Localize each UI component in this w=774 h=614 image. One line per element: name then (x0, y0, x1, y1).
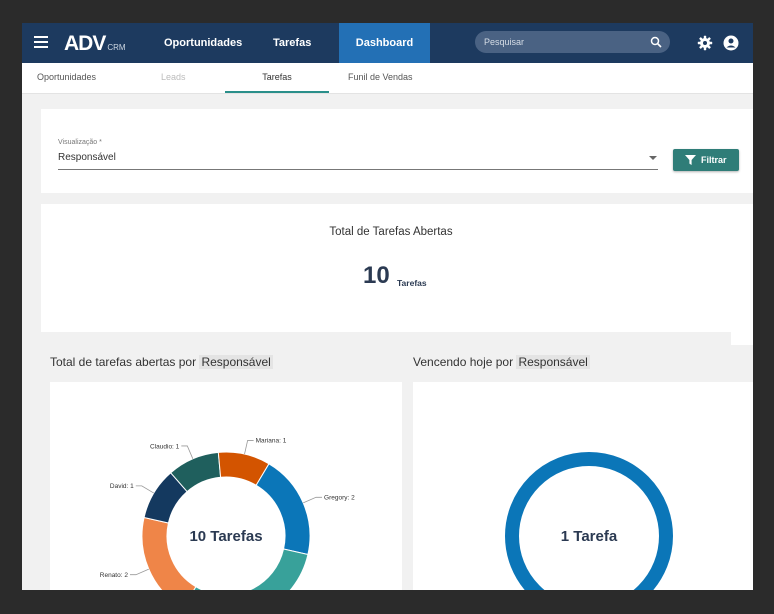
chart-card-due-today: David: 11 Tarefa (413, 382, 753, 590)
donut-chart-due-today: David: 11 Tarefa (505, 452, 673, 590)
menu-icon[interactable] (34, 36, 48, 48)
section-title-prefix: Total de tarefas abertas por (50, 355, 197, 369)
visualization-select[interactable]: Responsável (58, 152, 116, 163)
card-edge (731, 319, 753, 345)
filter-button[interactable]: Filtrar (673, 149, 739, 171)
logo-subtext: CRM (107, 43, 126, 52)
filter-icon (685, 155, 696, 165)
donut-data-label: Mariana: 1 (256, 438, 287, 445)
section-title-highlight: Responsável (199, 355, 273, 369)
logo-text: ADV (64, 32, 106, 55)
nav-dashboard[interactable]: Dashboard (339, 23, 430, 63)
app-screen: ADV CRM Oportunidades Tarefas Dashboard … (22, 23, 753, 590)
donut-slice[interactable] (141, 516, 197, 590)
visualization-label: Visualização * (58, 139, 102, 146)
donut-data-label: Gregory: 2 (324, 495, 355, 502)
donut-slice[interactable] (183, 548, 309, 590)
select-underline (58, 169, 658, 170)
section-title-prefix: Vencendo hoje por (413, 355, 514, 369)
search-input[interactable]: Pesquisar (475, 31, 670, 53)
label-leader-line (135, 485, 155, 494)
tab-tarefas[interactable]: Tarefas (225, 63, 329, 93)
gear-icon[interactable] (697, 35, 713, 51)
label-leader-line (303, 496, 323, 504)
donut-data-label: Renato: 2 (100, 572, 129, 579)
filter-button-label: Filtrar (701, 155, 727, 165)
donut-data-label: Claudio: 1 (150, 443, 180, 450)
label-leader-line (244, 440, 254, 455)
app-logo[interactable]: ADV CRM (64, 29, 126, 57)
account-icon[interactable] (723, 35, 739, 51)
donut-chart-open-tasks: Claudio: 1 Mariana: 1 Gregory: 2 Renato: 2 D… (100, 438, 355, 590)
donut-slice[interactable] (255, 463, 311, 556)
donut-center-label: 1 Tarefa (561, 528, 618, 545)
total-value: 10 (363, 262, 390, 289)
chart-card-open-tasks: Claudio: 1 Mariana: 1 Gregory: 2 Renato: 2 D… (50, 382, 402, 590)
search-placeholder: Pesquisar (484, 37, 525, 47)
nav-tarefas[interactable]: Tarefas (273, 23, 311, 63)
total-card-title: Total de Tarefas Abertas (329, 226, 453, 238)
total-unit: Tarefas (397, 278, 427, 288)
label-leader-line (129, 568, 149, 576)
donut-center-label: 10 Tarefas (189, 528, 262, 545)
filter-card: Visualização * Responsável Filtrar (41, 109, 753, 193)
donut-data-label: David: 1 (110, 483, 134, 490)
tab-funil-de-vendas[interactable]: Funil de Vendas (348, 63, 413, 93)
donut-slice[interactable] (505, 452, 673, 590)
section-title-highlight: Responsável (516, 355, 590, 369)
section-title-due-today: Vencendo hoje por Responsável (413, 355, 590, 369)
label-leader-line (181, 445, 194, 459)
top-bar: ADV CRM Oportunidades Tarefas Dashboard … (22, 23, 753, 63)
sub-navigation: Oportunidades Leads Tarefas Funil de Ven… (22, 63, 753, 94)
section-title-open-tasks: Total de tarefas abertas por Responsável (50, 355, 273, 369)
search-icon[interactable] (650, 36, 662, 48)
tab-leads: Leads (161, 72, 186, 82)
total-open-tasks-card: Total de Tarefas Abertas 10 Tarefas (41, 204, 753, 332)
dropdown-icon[interactable] (649, 156, 657, 160)
tab-oportunidades[interactable]: Oportunidades (37, 63, 96, 93)
nav-oportunidades[interactable]: Oportunidades (164, 23, 242, 63)
